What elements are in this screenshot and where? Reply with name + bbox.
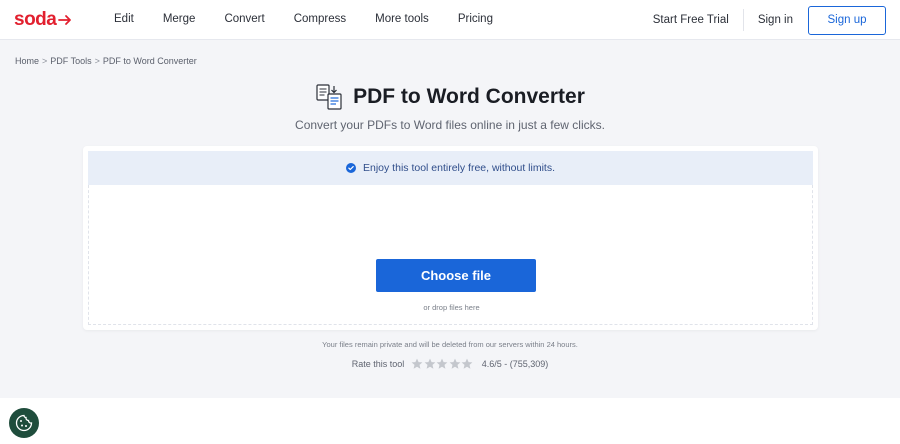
- pdf-to-word-icon: [316, 84, 342, 110]
- breadcrumb: Home > PDF Tools > PDF to Word Converter: [15, 56, 197, 66]
- top-navbar: soda Edit Merge Convert Compress More to…: [0, 0, 900, 40]
- star-icon[interactable]: [424, 358, 436, 370]
- upload-card: Enjoy this tool entirely free, without l…: [83, 146, 818, 330]
- breadcrumb-separator: >: [94, 56, 100, 66]
- nav-item-more-tools[interactable]: More tools: [375, 13, 429, 25]
- page-header: PDF to Word Converter: [0, 83, 900, 111]
- breadcrumb-pdf-tools[interactable]: PDF Tools: [50, 56, 91, 66]
- sign-up-button[interactable]: Sign up: [808, 5, 886, 35]
- cookie-icon: [15, 414, 33, 432]
- privacy-note: Your files remain private and will be de…: [322, 340, 578, 349]
- breadcrumb-current: PDF to Word Converter: [102, 56, 197, 66]
- star-icon[interactable]: [436, 358, 448, 370]
- nav-item-merge[interactable]: Merge: [163, 13, 196, 25]
- star-icon[interactable]: [411, 358, 423, 370]
- star-icon[interactable]: [449, 358, 461, 370]
- banner-text: Enjoy this tool entirely free, without l…: [363, 162, 555, 174]
- check-circle-icon: [346, 163, 356, 173]
- free-tool-banner: Enjoy this tool entirely free, without l…: [88, 151, 813, 185]
- nav-divider: [742, 9, 744, 31]
- star-icon[interactable]: [461, 358, 473, 370]
- rating-stars[interactable]: [411, 358, 474, 370]
- logo-arrow-icon: [58, 15, 72, 25]
- rate-label: Rate this tool: [351, 359, 405, 369]
- cookie-settings-button[interactable]: [9, 408, 39, 438]
- file-dropzone[interactable]: Choose file or drop files here: [88, 185, 813, 325]
- choose-file-button[interactable]: Choose file: [376, 259, 536, 292]
- main-menu: Edit Merge Convert Compress More tools P…: [114, 13, 522, 25]
- page-subtitle: Convert your PDFs to Word files online i…: [295, 118, 605, 132]
- nav-actions: Start Free Trial Sign in Sign up: [653, 5, 886, 35]
- page-title: PDF to Word Converter: [353, 85, 585, 108]
- breadcrumb-separator: >: [42, 56, 48, 66]
- sign-in-link[interactable]: Sign in: [758, 14, 793, 26]
- nav-item-convert[interactable]: Convert: [224, 13, 264, 25]
- drop-hint: or drop files here: [423, 303, 480, 312]
- rating-row: Rate this tool 4.6/5 - (755,309): [0, 358, 900, 370]
- main-content: Home > PDF Tools > PDF to Word Converter…: [0, 40, 900, 398]
- breadcrumb-home[interactable]: Home: [15, 56, 39, 66]
- soda-logo[interactable]: soda: [14, 9, 72, 31]
- nav-item-compress[interactable]: Compress: [294, 13, 346, 25]
- nav-item-edit[interactable]: Edit: [114, 13, 134, 25]
- rating-score: 4.6/5 - (755,309): [481, 359, 549, 369]
- logo-text: soda: [14, 9, 57, 30]
- nav-item-pricing[interactable]: Pricing: [458, 13, 493, 25]
- start-free-trial-link[interactable]: Start Free Trial: [653, 14, 729, 26]
